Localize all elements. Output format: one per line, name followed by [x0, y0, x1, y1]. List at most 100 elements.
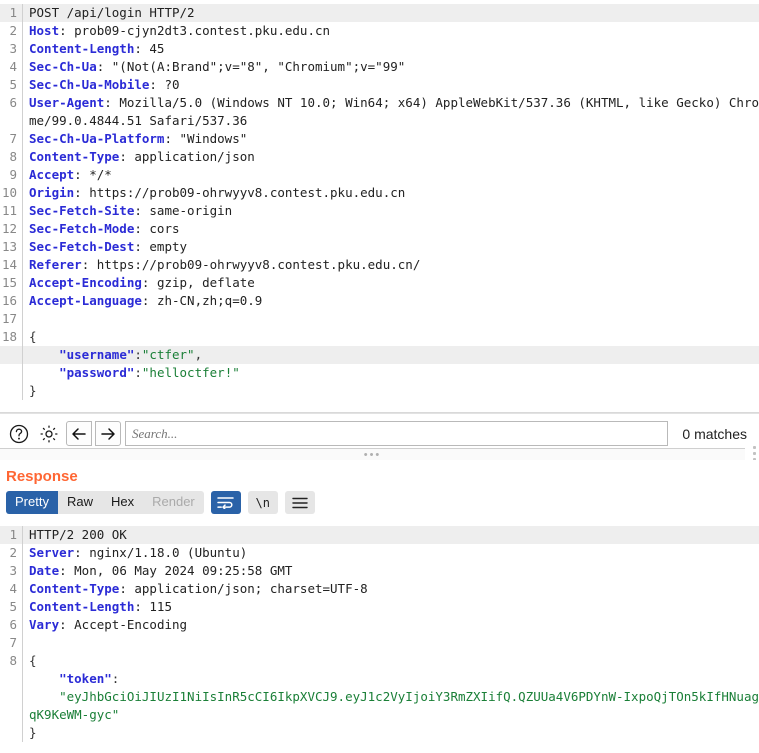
request-line-content	[22, 310, 759, 328]
request-token: Sec-Ch-Ua-Mobile	[29, 77, 150, 92]
request-token: Sec-Fetch-Site	[29, 203, 135, 218]
request-line-content: }	[22, 382, 759, 400]
request-line-content: Sec-Fetch-Dest: empty	[22, 238, 759, 256]
response-token: Date	[29, 563, 60, 578]
request-token: Content-Length	[29, 41, 135, 56]
search-next-button[interactable]	[95, 421, 121, 446]
request-token: Origin	[29, 185, 75, 200]
newline-escape-button[interactable]: \n	[247, 491, 278, 514]
request-line-number: 6	[9, 95, 17, 110]
response-editor[interactable]: 1 HTTP/2 200 OK 2 Server: nginx/1.18.0 (Ubu…	[0, 526, 759, 742]
response-line-number: 1	[9, 527, 17, 542]
request-line-number: 16	[1, 293, 17, 308]
request-line-content: Referer: https://prob09-ohrwyyv8.contest…	[22, 256, 759, 274]
response-token: "token"	[59, 671, 112, 686]
request-line-content: Sec-Ch-Ua: "(Not(A:Brand";v="8", "Chromi…	[22, 58, 759, 76]
request-token: : https://prob09-ohrwyyv8.contest.pku.ed…	[74, 185, 406, 200]
tab-hex[interactable]: Hex	[101, 491, 144, 514]
response-body-scroll[interactable]: 1 HTTP/2 200 OK 2 Server: nginx/1.18.0 (Ubu…	[0, 526, 759, 753]
request-token: : ?0	[149, 77, 180, 92]
request-line: 1 POST /api/login HTTP/2	[0, 4, 759, 22]
request-line-number: 7	[9, 131, 17, 146]
tab-raw[interactable]: Raw	[57, 491, 102, 514]
request-line: 7 Sec-Ch-Ua-Platform: "Windows"	[0, 130, 759, 148]
request-token: Sec-Fetch-Dest	[29, 239, 135, 254]
request-line-content: "username":"ctfer",	[22, 346, 759, 364]
request-line-content: Content-Type: application/json	[22, 148, 759, 166]
response-token	[29, 671, 59, 686]
response-line-content: {	[22, 652, 759, 670]
request-line: 18 {	[0, 328, 759, 346]
response-line: }	[0, 724, 759, 742]
request-line-number: 17	[1, 311, 17, 326]
search-input[interactable]	[125, 421, 669, 446]
response-line-number: 4	[9, 581, 17, 596]
response-token: : application/json; charset=UTF-8	[119, 581, 368, 596]
request-line-number: 4	[9, 59, 17, 74]
request-line-content: {	[22, 328, 759, 346]
word-wrap-button[interactable]	[210, 491, 241, 514]
response-line-content	[22, 634, 759, 652]
request-token: : https://prob09-ohrwyyv8.contest.pku.ed…	[81, 257, 421, 272]
response-line-content: }	[22, 724, 759, 742]
request-line-content: "password":"helloctfer!"	[22, 364, 759, 382]
response-token: Content-Type	[29, 581, 120, 596]
request-line-number: 15	[1, 275, 17, 290]
request-token	[29, 347, 59, 362]
gear-icon[interactable]	[36, 421, 62, 447]
response-line: 4 Content-Type: application/json; charset…	[0, 580, 759, 598]
response-tool-buttons: \n	[204, 491, 315, 514]
response-toolbar: Pretty Raw Hex Render \n	[0, 491, 759, 520]
request-line: 11 Sec-Fetch-Site: same-origin	[0, 202, 759, 220]
request-line-content: Host: prob09-cjyn2dt3.contest.pku.edu.cn	[22, 22, 759, 40]
request-line-number: 11	[1, 203, 17, 218]
request-editor[interactable]: 1 POST /api/login HTTP/2 2 Host: prob09-cjy…	[0, 0, 759, 400]
request-line: 6 User-Agent: Mozilla/5.0 (Windows NT 10.…	[0, 94, 759, 130]
request-line: 10 Origin: https://prob09-ohrwyyv8.contes…	[0, 184, 759, 202]
request-line-content: User-Agent: Mozilla/5.0 (Windows NT 10.0…	[22, 94, 759, 130]
splitter-grip-icon: •••	[363, 448, 382, 461]
request-pane[interactable]: 1 POST /api/login HTTP/2 2 Host: prob09-cjy…	[0, 0, 759, 413]
request-line-content: Sec-Fetch-Mode: cors	[22, 220, 759, 238]
request-token: ,	[194, 347, 203, 362]
request-line-content: Sec-Fetch-Site: same-origin	[22, 202, 759, 220]
search-prev-button[interactable]	[66, 421, 92, 446]
request-line: 5 Sec-Ch-Ua-Mobile: ?0	[0, 76, 759, 94]
request-line-content: Sec-Ch-Ua-Mobile: ?0	[22, 76, 759, 94]
response-line-content: Date: Mon, 06 May 2024 09:25:58 GMT	[22, 562, 759, 580]
request-line-content: Accept-Encoding: gzip, deflate	[22, 274, 759, 292]
request-line-content: Origin: https://prob09-ohrwyyv8.contest.…	[22, 184, 759, 202]
response-line-content: "token":	[22, 670, 759, 688]
tab-pretty[interactable]: Pretty	[6, 491, 58, 514]
request-line-number: 8	[9, 149, 17, 164]
request-token: "ctfer"	[141, 347, 195, 362]
response-line: 1 HTTP/2 200 OK	[0, 526, 759, 544]
response-line-content: Server: nginx/1.18.0 (Ubuntu)	[22, 544, 759, 562]
request-line-number: 14	[1, 257, 17, 272]
response-line: 5 Content-Length: 115	[0, 598, 759, 616]
response-line: 3 Date: Mon, 06 May 2024 09:25:58 GMT	[0, 562, 759, 580]
pane-splitter[interactable]: •••	[0, 448, 745, 460]
response-token: : 115	[134, 599, 172, 614]
request-line-number: 5	[9, 77, 17, 92]
request-line-number: 18	[1, 329, 17, 344]
request-line: 9 Accept: */*	[0, 166, 759, 184]
http-message-viewer: 1 POST /api/login HTTP/2 2 Host: prob09-cjy…	[0, 0, 759, 753]
request-token: : 45	[134, 41, 165, 56]
response-token: HTTP/2 200 OK	[29, 527, 127, 542]
response-line-number: 2	[9, 545, 17, 560]
menu-button[interactable]	[284, 491, 315, 514]
request-token: : */*	[74, 167, 112, 182]
response-line-content: HTTP/2 200 OK	[22, 526, 759, 544]
request-line-content: Content-Length: 45	[22, 40, 759, 58]
response-token: Server	[29, 545, 75, 560]
response-line: 2 Server: nginx/1.18.0 (Ubuntu)	[0, 544, 759, 562]
request-token: Sec-Ch-Ua-Platform	[29, 131, 165, 146]
response-line-content: Content-Type: application/json; charset=…	[22, 580, 759, 598]
response-line-content: Content-Length: 115	[22, 598, 759, 616]
question-circle-icon[interactable]	[6, 421, 32, 447]
request-token: Content-Type	[29, 149, 120, 164]
request-token	[29, 365, 59, 380]
request-line: 3 Content-Length: 45	[0, 40, 759, 58]
response-line-number: 5	[9, 599, 17, 614]
